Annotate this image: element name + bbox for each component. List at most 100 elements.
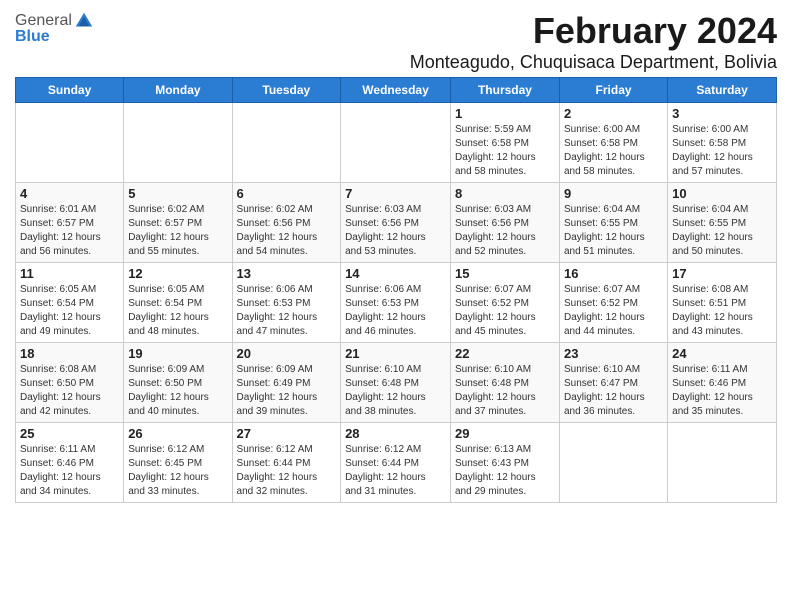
- day-info: Sunrise: 6:10 AM Sunset: 6:48 PM Dayligh…: [345, 363, 446, 419]
- day-number: 20: [237, 346, 337, 361]
- day-number: 29: [455, 426, 555, 441]
- calendar-cell: 17Sunrise: 6:08 AM Sunset: 6:51 PM Dayli…: [668, 263, 777, 343]
- calendar-cell: 1 Sunrise: 5:59 AM Sunset: 6:58 PM Daylig…: [450, 103, 559, 183]
- title-section: February 2024 Monteagudo, Chuquisaca Dep…: [410, 10, 777, 73]
- day-number: 11: [20, 266, 119, 281]
- subtitle: Monteagudo, Chuquisaca Department, Boliv…: [410, 52, 777, 73]
- calendar-cell: 6 Sunrise: 6:02 AM Sunset: 6:56 PM Daylig…: [232, 183, 341, 263]
- day-number: 22: [455, 346, 555, 361]
- calendar-cell: 24 Sunrise: 6:11 AM Sunset: 6:46 PM Dayli…: [668, 343, 777, 423]
- calendar-cell: [16, 103, 124, 183]
- header-thursday: Thursday: [450, 78, 559, 103]
- day-number: 5: [128, 186, 227, 201]
- calendar-cell: 14Sunrise: 6:06 AM Sunset: 6:53 PM Dayli…: [341, 263, 451, 343]
- calendar-cell: 8 Sunrise: 6:03 AM Sunset: 6:56 PM Daylig…: [450, 183, 559, 263]
- day-info: Sunrise: 6:03 AM Sunset: 6:56 PM Dayligh…: [345, 203, 446, 259]
- calendar-cell: 11 Sunrise: 6:05 AM Sunset: 6:54 PM Dayli…: [16, 263, 124, 343]
- day-number: 16: [564, 266, 663, 281]
- logo: General Blue: [15, 10, 96, 46]
- day-number: 2: [564, 106, 663, 121]
- day-number: 28: [345, 426, 446, 441]
- day-info: Sunrise: 6:09 AM Sunset: 6:50 PM Dayligh…: [128, 363, 227, 419]
- page-header: General Blue February 2024 Monteagudo, C…: [15, 10, 777, 77]
- calendar-cell: 21 Sunrise: 6:10 AM Sunset: 6:48 PM Dayli…: [341, 343, 451, 423]
- day-info: Sunrise: 6:06 AM Sunset: 6:53 PM Dayligh…: [345, 283, 446, 339]
- calendar-cell: 23 Sunrise: 6:10 AM Sunset: 6:47 PM Dayli…: [559, 343, 667, 423]
- header-monday: Monday: [124, 78, 232, 103]
- day-number: 25: [20, 426, 119, 441]
- calendar-week-row: 11 Sunrise: 6:05 AM Sunset: 6:54 PM Dayli…: [16, 263, 777, 343]
- calendar-cell: 20 Sunrise: 6:09 AM Sunset: 6:49 PM Dayli…: [232, 343, 341, 423]
- day-number: 19: [128, 346, 227, 361]
- day-info: Sunrise: 6:13 AM Sunset: 6:43 PM Dayligh…: [455, 443, 555, 499]
- calendar-cell: 10 Sunrise: 6:04 AM Sunset: 6:55 PM Dayli…: [668, 183, 777, 263]
- calendar-week-row: 18Sunrise: 6:08 AM Sunset: 6:50 PM Dayli…: [16, 343, 777, 423]
- calendar-cell: 16 Sunrise: 6:07 AM Sunset: 6:52 PM Dayli…: [559, 263, 667, 343]
- day-number: 24: [672, 346, 772, 361]
- calendar-cell: 28 Sunrise: 6:12 AM Sunset: 6:44 PM Dayli…: [341, 423, 451, 503]
- calendar-cell: 2 Sunrise: 6:00 AM Sunset: 6:58 PM Daylig…: [559, 103, 667, 183]
- day-number: 12: [128, 266, 227, 281]
- calendar-cell: [341, 103, 451, 183]
- day-info: Sunrise: 6:04 AM Sunset: 6:55 PM Dayligh…: [672, 203, 772, 259]
- day-number: 27: [237, 426, 337, 441]
- day-info: Sunrise: 6:10 AM Sunset: 6:47 PM Dayligh…: [564, 363, 663, 419]
- day-number: 15: [455, 266, 555, 281]
- day-info: Sunrise: 5:59 AM Sunset: 6:58 PM Dayligh…: [455, 123, 555, 179]
- calendar-cell: 13 Sunrise: 6:06 AM Sunset: 6:53 PM Dayli…: [232, 263, 341, 343]
- day-number: 3: [672, 106, 772, 121]
- day-info: Sunrise: 6:07 AM Sunset: 6:52 PM Dayligh…: [455, 283, 555, 339]
- day-info: Sunrise: 6:05 AM Sunset: 6:54 PM Dayligh…: [20, 283, 119, 339]
- day-number: 1: [455, 106, 555, 121]
- calendar-cell: 5 Sunrise: 6:02 AM Sunset: 6:57 PM Daylig…: [124, 183, 232, 263]
- header-wednesday: Wednesday: [341, 78, 451, 103]
- day-info: Sunrise: 6:08 AM Sunset: 6:51 PM Dayligh…: [672, 283, 772, 339]
- day-number: 9: [564, 186, 663, 201]
- calendar-cell: 12Sunrise: 6:05 AM Sunset: 6:54 PM Dayli…: [124, 263, 232, 343]
- calendar-cell: 4Sunrise: 6:01 AM Sunset: 6:57 PM Daylig…: [16, 183, 124, 263]
- day-info: Sunrise: 6:12 AM Sunset: 6:44 PM Dayligh…: [237, 443, 337, 499]
- calendar-cell: [559, 423, 667, 503]
- day-number: 26: [128, 426, 227, 441]
- day-number: 6: [237, 186, 337, 201]
- day-number: 7: [345, 186, 446, 201]
- day-info: Sunrise: 6:03 AM Sunset: 6:56 PM Dayligh…: [455, 203, 555, 259]
- day-info: Sunrise: 6:12 AM Sunset: 6:45 PM Dayligh…: [128, 443, 227, 499]
- calendar-cell: 29 Sunrise: 6:13 AM Sunset: 6:43 PM Dayli…: [450, 423, 559, 503]
- calendar-cell: 7 Sunrise: 6:03 AM Sunset: 6:56 PM Daylig…: [341, 183, 451, 263]
- day-info: Sunrise: 6:11 AM Sunset: 6:46 PM Dayligh…: [20, 443, 119, 499]
- calendar-cell: [668, 423, 777, 503]
- calendar-cell: 25 Sunrise: 6:11 AM Sunset: 6:46 PM Dayli…: [16, 423, 124, 503]
- calendar-cell: 19 Sunrise: 6:09 AM Sunset: 6:50 PM Dayli…: [124, 343, 232, 423]
- calendar-cell: 18Sunrise: 6:08 AM Sunset: 6:50 PM Dayli…: [16, 343, 124, 423]
- day-info: Sunrise: 6:07 AM Sunset: 6:52 PM Dayligh…: [564, 283, 663, 339]
- calendar-cell: [124, 103, 232, 183]
- day-number: 18: [20, 346, 119, 361]
- day-info: Sunrise: 6:12 AM Sunset: 6:44 PM Dayligh…: [345, 443, 446, 499]
- day-info: Sunrise: 6:00 AM Sunset: 6:58 PM Dayligh…: [564, 123, 663, 179]
- header-saturday: Saturday: [668, 78, 777, 103]
- calendar-cell: 22 Sunrise: 6:10 AM Sunset: 6:48 PM Dayli…: [450, 343, 559, 423]
- calendar-cell: 26 Sunrise: 6:12 AM Sunset: 6:45 PM Dayli…: [124, 423, 232, 503]
- calendar-week-row: 1 Sunrise: 5:59 AM Sunset: 6:58 PM Daylig…: [16, 103, 777, 183]
- calendar-cell: 15 Sunrise: 6:07 AM Sunset: 6:52 PM Dayli…: [450, 263, 559, 343]
- header-friday: Friday: [559, 78, 667, 103]
- calendar-cell: [232, 103, 341, 183]
- day-info: Sunrise: 6:11 AM Sunset: 6:46 PM Dayligh…: [672, 363, 772, 419]
- day-number: 10: [672, 186, 772, 201]
- day-info: Sunrise: 6:01 AM Sunset: 6:57 PM Dayligh…: [20, 203, 119, 259]
- day-number: 13: [237, 266, 337, 281]
- calendar-table: Sunday Monday Tuesday Wednesday Thursday…: [15, 77, 777, 503]
- day-info: Sunrise: 6:02 AM Sunset: 6:56 PM Dayligh…: [237, 203, 337, 259]
- day-number: 21: [345, 346, 446, 361]
- day-number: 23: [564, 346, 663, 361]
- header-sunday: Sunday: [16, 78, 124, 103]
- calendar-week-row: 25 Sunrise: 6:11 AM Sunset: 6:46 PM Dayli…: [16, 423, 777, 503]
- day-info: Sunrise: 6:02 AM Sunset: 6:57 PM Dayligh…: [128, 203, 227, 259]
- day-number: 8: [455, 186, 555, 201]
- day-info: Sunrise: 6:06 AM Sunset: 6:53 PM Dayligh…: [237, 283, 337, 339]
- day-info: Sunrise: 6:09 AM Sunset: 6:49 PM Dayligh…: [237, 363, 337, 419]
- calendar-cell: 9Sunrise: 6:04 AM Sunset: 6:55 PM Daylig…: [559, 183, 667, 263]
- day-info: Sunrise: 6:10 AM Sunset: 6:48 PM Dayligh…: [455, 363, 555, 419]
- calendar-week-row: 4Sunrise: 6:01 AM Sunset: 6:57 PM Daylig…: [16, 183, 777, 263]
